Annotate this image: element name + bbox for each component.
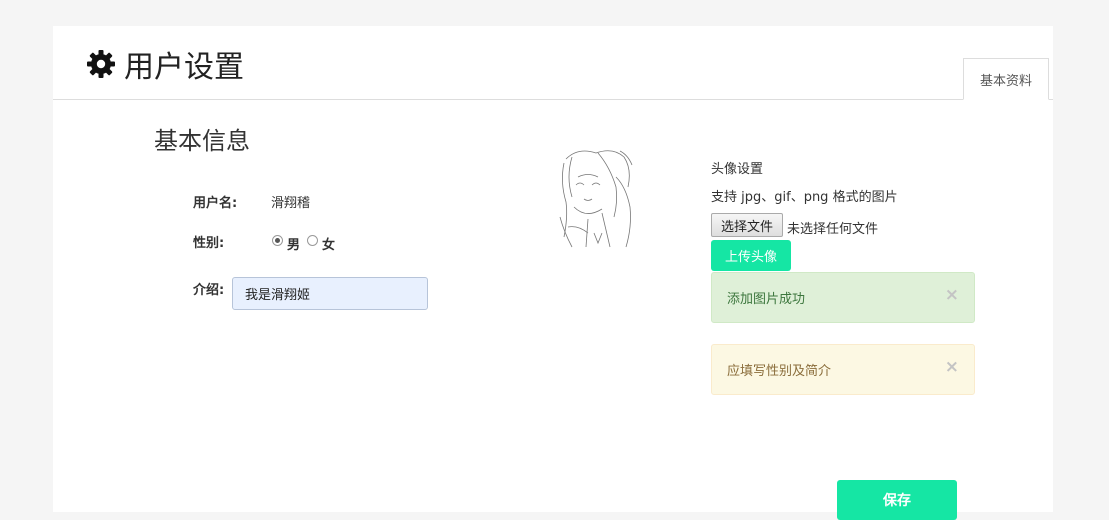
gear-icon <box>86 49 116 79</box>
section-title: 基本信息 <box>154 127 250 155</box>
avatar-settings-title: 头像设置 <box>711 162 764 177</box>
gender-male-radio[interactable] <box>272 235 283 246</box>
gender-male-label[interactable]: 男 <box>287 234 300 253</box>
settings-panel: 用户设置 基本资料 基本信息 用户名: 滑翔稽 性别: 男 女 介绍: 我是滑翔… <box>53 26 1053 520</box>
page-header: 用户设置 基本资料 <box>53 26 1053 100</box>
success-alert-text: 添加图片成功 <box>727 292 806 307</box>
no-file-text: 未选择任何文件 <box>787 222 879 237</box>
intro-label: 介绍: <box>193 283 225 298</box>
choose-file-button[interactable]: 选择文件 <box>711 213 783 237</box>
gender-female-label[interactable]: 女 <box>322 234 335 253</box>
tab-basic-profile[interactable]: 基本资料 <box>963 58 1049 100</box>
gender-female-radio[interactable] <box>307 235 318 246</box>
username-value: 滑翔稽 <box>271 196 311 211</box>
username-label: 用户名: <box>193 196 238 211</box>
intro-input[interactable] <box>232 277 428 310</box>
upload-avatar-button[interactable]: 上传头像 <box>711 240 791 271</box>
warning-alert-text: 应填写性别及简介 <box>727 364 832 379</box>
avatar-format-hint: 支持 jpg、gif、png 格式的图片 <box>711 190 898 205</box>
save-button[interactable]: 保存 <box>837 480 957 520</box>
close-icon[interactable]: × <box>945 359 959 376</box>
success-alert: 添加图片成功 × <box>711 272 975 323</box>
page-title-text: 用户设置 <box>124 50 244 85</box>
avatar-image <box>558 147 634 248</box>
gender-label: 性别: <box>193 236 225 251</box>
close-icon[interactable]: × <box>945 287 959 304</box>
page-title: 用户设置 <box>86 44 244 85</box>
warning-alert: 应填写性别及简介 × <box>711 344 975 395</box>
